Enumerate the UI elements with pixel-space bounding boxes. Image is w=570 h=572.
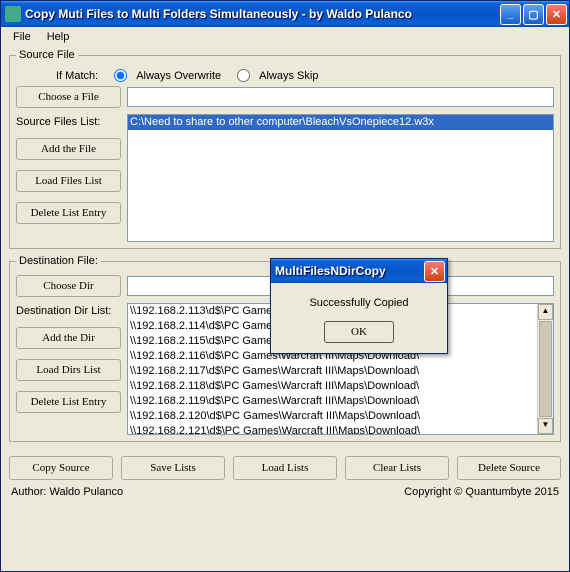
- scroll-thumb[interactable]: [539, 321, 552, 417]
- copyright-label: Copyright © Quantumbyte 2015: [404, 486, 559, 498]
- close-button[interactable]: ✕: [546, 4, 567, 25]
- list-item[interactable]: \\192.168.2.121\d$\PC Games\Warcraft III…: [128, 424, 553, 435]
- menu-file[interactable]: File: [5, 29, 39, 45]
- author-label: Author: Waldo Pulanco: [11, 486, 123, 498]
- if-match-label: If Match:: [56, 70, 98, 82]
- delete-dest-entry-button[interactable]: Delete List Entry: [16, 391, 121, 413]
- add-file-button[interactable]: Add the File: [16, 138, 121, 160]
- dialog-close-button[interactable]: ✕: [424, 261, 445, 282]
- dialog-titlebar: MultiFilesNDirCopy ✕: [271, 259, 447, 283]
- radio-overwrite-label[interactable]: Always Overwrite: [136, 70, 221, 82]
- dest-legend: Destination File:: [16, 255, 101, 267]
- app-icon: [5, 6, 21, 22]
- list-item[interactable]: \\192.168.2.118\d$\PC Games\Warcraft III…: [128, 379, 553, 394]
- list-item[interactable]: \\192.168.2.117\d$\PC Games\Warcraft III…: [128, 364, 553, 379]
- choose-dir-button[interactable]: Choose Dir: [16, 275, 121, 297]
- load-files-button[interactable]: Load Files List: [16, 170, 121, 192]
- source-legend: Source File: [16, 49, 78, 61]
- delete-source-entry-button[interactable]: Delete List Entry: [16, 202, 121, 224]
- window-title: Copy Muti Files to Multi Folders Simulta…: [25, 7, 500, 21]
- list-item[interactable]: C:\Need to share to other computer\Bleac…: [128, 115, 553, 130]
- dest-list-label: Destination Dir List:: [16, 303, 121, 317]
- radio-skip-label[interactable]: Always Skip: [259, 70, 318, 82]
- copy-source-button[interactable]: Copy Source: [9, 456, 113, 480]
- source-listbox[interactable]: C:\Need to share to other computer\Bleac…: [127, 114, 554, 242]
- minimize-button[interactable]: _: [500, 4, 521, 25]
- dialog-ok-button[interactable]: OK: [324, 321, 394, 343]
- save-lists-button[interactable]: Save Lists: [121, 456, 225, 480]
- maximize-button[interactable]: ▢: [523, 4, 544, 25]
- radio-overwrite[interactable]: [114, 69, 127, 82]
- source-group: Source File If Match: Always Overwrite A…: [9, 49, 561, 249]
- dialog-message: Successfully Copied: [281, 297, 437, 309]
- scroll-down-icon[interactable]: ▼: [538, 418, 553, 434]
- menu-help[interactable]: Help: [39, 29, 78, 45]
- add-dir-button[interactable]: Add the Dir: [16, 327, 121, 349]
- choose-file-button[interactable]: Choose a File: [16, 86, 121, 108]
- message-dialog: MultiFilesNDirCopy ✕ Successfully Copied…: [270, 258, 448, 354]
- source-file-input[interactable]: [127, 87, 554, 107]
- source-list-label: Source Files List:: [16, 114, 121, 128]
- titlebar: Copy Muti Files to Multi Folders Simulta…: [1, 1, 569, 27]
- load-lists-button[interactable]: Load Lists: [233, 456, 337, 480]
- delete-source-button[interactable]: Delete Source: [457, 456, 561, 480]
- menubar: File Help: [1, 27, 569, 47]
- load-dirs-button[interactable]: Load Dirs List: [16, 359, 121, 381]
- clear-lists-button[interactable]: Clear Lists: [345, 456, 449, 480]
- list-item[interactable]: \\192.168.2.120\d$\PC Games\Warcraft III…: [128, 409, 553, 424]
- list-item[interactable]: \\192.168.2.119\d$\PC Games\Warcraft III…: [128, 394, 553, 409]
- dialog-title: MultiFilesNDirCopy: [275, 264, 424, 278]
- dest-scrollbar[interactable]: ▲ ▼: [537, 304, 553, 434]
- scroll-up-icon[interactable]: ▲: [538, 304, 553, 320]
- radio-skip[interactable]: [237, 69, 250, 82]
